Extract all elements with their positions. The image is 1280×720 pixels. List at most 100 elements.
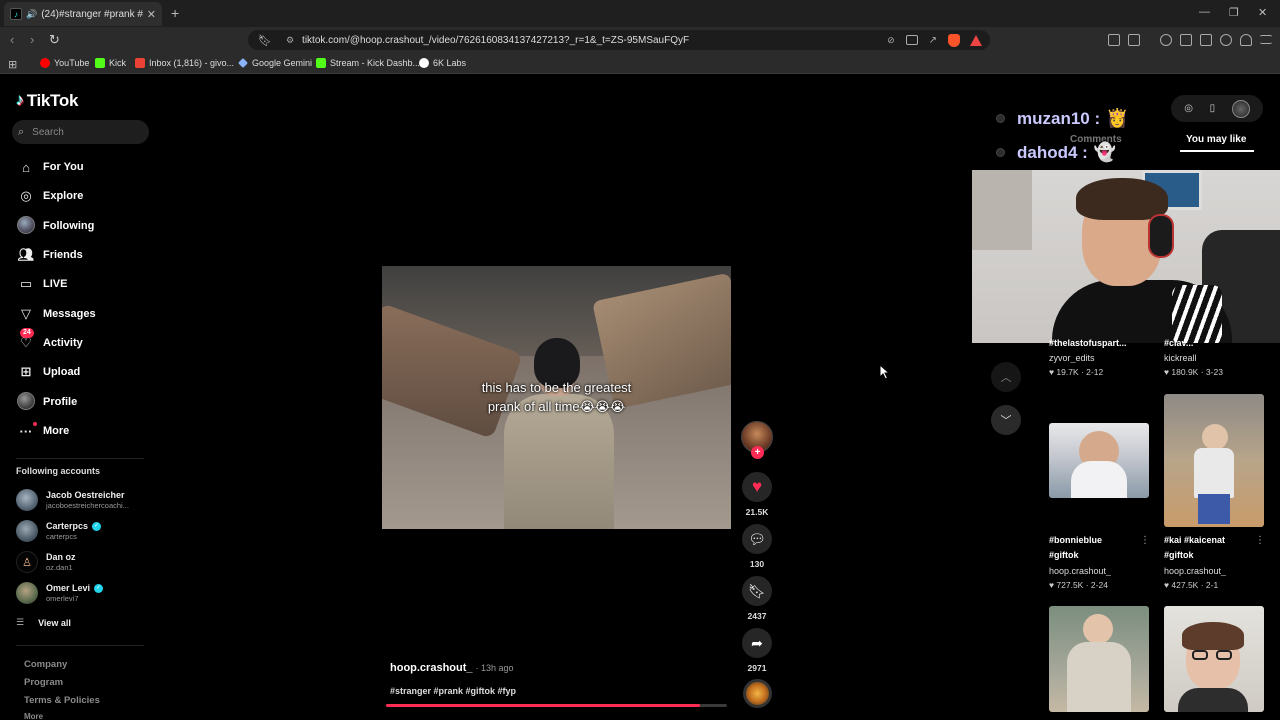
bookmark-kick-dashboard[interactable]: Stream - Kick Dashb... <box>316 58 420 68</box>
extensions-icon[interactable] <box>1108 34 1120 46</box>
nav-friends[interactable]: 👥︎ Friends <box>16 245 83 265</box>
nav-live[interactable]: ▭ LIVE <box>16 274 68 294</box>
video-tags[interactable]: #stranger #prank #giftok #fyp <box>390 686 516 696</box>
compass-icon[interactable]: ◎ <box>1184 103 1193 114</box>
following-account[interactable]: Jacob Oestreicher jacoboestreichercoachi… <box>16 488 129 512</box>
bookmark-gemini[interactable]: Google Gemini <box>238 58 312 68</box>
minimize-icon[interactable]: — <box>1199 6 1210 18</box>
card-title[interactable]: #kai #kaicenat <box>1164 535 1225 545</box>
card-author[interactable]: hoop.crashout_ <box>1049 566 1111 576</box>
card-author[interactable]: hoop.crashout_ <box>1164 566 1226 576</box>
following-account[interactable]: Omer Levi ✓ omerlevi7 <box>16 581 104 605</box>
like-button[interactable]: ♥ <box>742 472 772 502</box>
brave-rewards-icon[interactable] <box>970 34 982 46</box>
wallet-icon[interactable] <box>1200 34 1212 46</box>
card-title[interactable]: #bonnieblue <box>1049 535 1102 545</box>
pip-icon[interactable] <box>905 35 918 45</box>
vpn-icon[interactable] <box>1240 34 1252 46</box>
nav-messages[interactable]: ▽ Messages <box>16 304 96 324</box>
nav-profile[interactable]: Profile <box>16 391 77 413</box>
card-title[interactable]: #clav... <box>1164 338 1264 348</box>
bookmark-inbox[interactable]: Inbox (1,816) - givo... <box>135 58 234 68</box>
card-title[interactable]: #giftok <box>1049 550 1079 560</box>
tab-you-may-like[interactable]: You may like <box>1186 134 1246 145</box>
video-thumbnail[interactable] <box>1049 423 1149 498</box>
device-icon[interactable]: ▯ <box>1210 103 1216 114</box>
card-title[interactable]: #thelastofuspart... <box>1049 338 1149 348</box>
reading-list-icon[interactable] <box>1180 34 1192 46</box>
card-title[interactable]: #giftok <box>1164 550 1194 560</box>
address-bar[interactable]: 🔖︎ ⚙ tiktok.com/@hoop.crashout_/video/76… <box>248 30 990 50</box>
nav-upload[interactable]: ⊞ Upload <box>16 362 81 382</box>
nav-explore[interactable]: ◎ Explore <box>16 186 83 206</box>
comment-button[interactable]: 💬︎ <box>742 524 772 554</box>
nav-label: Friends <box>43 249 83 261</box>
video-author[interactable]: hoop.crashout_ · 13h ago <box>390 662 514 674</box>
bookmark-6k-labs[interactable]: 6K Labs <box>419 58 466 68</box>
account-name: Carterpcs <box>46 521 89 531</box>
nav-for-you[interactable]: ⌂ For You <box>16 157 83 177</box>
share-icon[interactable]: ↗ <box>929 35 937 46</box>
bookmark-youtube[interactable]: YouTube <box>40 58 89 68</box>
avatar[interactable] <box>1231 99 1250 118</box>
following-accounts-title: Following accounts <box>16 466 101 476</box>
card-author[interactable]: kickreall <box>1164 353 1197 363</box>
footer-terms[interactable]: Terms & Policies <box>24 695 100 706</box>
bookmark-icon[interactable]: 🔖︎ <box>258 34 272 47</box>
next-video-button[interactable]: ﹀ <box>991 405 1021 435</box>
media-icon[interactable] <box>1160 34 1172 46</box>
save-button[interactable]: 🔖︎ <box>742 576 772 606</box>
tab-close-icon[interactable]: ✕ <box>147 8 156 21</box>
card-author[interactable]: zyvor_edits <box>1049 353 1095 363</box>
tiktok-logo[interactable]: ♪ TikTok <box>16 91 78 111</box>
more-options-icon[interactable]: ⋮ <box>1140 535 1150 546</box>
reload-icon[interactable]: ↻ <box>49 32 60 48</box>
brave-shields-icon[interactable] <box>948 33 960 47</box>
bookmark-label: Google Gemini <box>252 58 313 68</box>
bookmark-kick[interactable]: Kick <box>95 58 126 68</box>
close-window-icon[interactable]: ✕ <box>1258 6 1267 19</box>
follow-plus-icon[interactable]: + <box>751 446 764 459</box>
footer-more[interactable]: More <box>24 712 43 720</box>
video-thumbnail[interactable] <box>1164 606 1264 712</box>
maximize-icon[interactable]: ❐ <box>1229 6 1239 19</box>
apps-grid-icon[interactable]: ⊞ <box>8 58 17 71</box>
menu-icon[interactable] <box>1260 35 1272 44</box>
music-disc-icon[interactable] <box>743 679 772 708</box>
view-all-button[interactable]: ☰ View all <box>16 617 71 628</box>
nav-label: Activity <box>43 337 83 349</box>
verified-badge-icon: ✓ <box>92 521 102 531</box>
search-placeholder: Search <box>32 126 64 138</box>
search-input[interactable]: ⌕ Search <box>12 120 149 144</box>
nav-more[interactable]: ··· More <box>16 421 69 441</box>
share-button[interactable]: ➦ <box>742 628 772 658</box>
more-options-icon[interactable]: ⋮ <box>1255 535 1265 546</box>
no-cast-icon[interactable]: ⊘ <box>887 35 895 45</box>
video-thumbnail[interactable] <box>1164 394 1264 527</box>
video-thumbnail[interactable] <box>1049 606 1149 712</box>
kick-icon <box>95 58 105 68</box>
home-icon: ⌂ <box>22 159 30 175</box>
following-account[interactable]: ♙ Dan oz oz.dan1 <box>16 550 76 574</box>
previous-video-button[interactable]: ︿ <box>991 362 1021 392</box>
following-account[interactable]: Carterpcs ✓ carterpcs <box>16 519 102 543</box>
leo-ai-icon[interactable] <box>1220 34 1232 46</box>
speaker-icon[interactable]: 🔊 <box>26 9 37 20</box>
nav-following[interactable]: Following <box>16 215 94 236</box>
new-tab-icon[interactable]: + <box>171 5 179 21</box>
back-icon[interactable]: ‹ <box>10 32 14 47</box>
compass-icon: ◎ <box>20 188 32 203</box>
card-stats: ♥ 180.9K · 3-23 <box>1164 367 1223 377</box>
forward-icon[interactable]: › <box>30 32 34 47</box>
footer-program[interactable]: Program <box>24 677 63 688</box>
send-icon: ▽ <box>21 306 31 321</box>
avatar <box>16 489 38 511</box>
site-info-icon[interactable]: ⚙ <box>286 35 294 46</box>
footer-company[interactable]: Company <box>24 659 67 670</box>
profile-avatar <box>16 391 36 413</box>
video-progress-bar[interactable] <box>386 704 727 707</box>
nav-activity[interactable]: ♡ 24 Activity <box>16 328 83 353</box>
video-player[interactable]: this has to be the greatest prank of all… <box>382 266 731 529</box>
browser-tab[interactable]: ♪ 🔊 (24)#stranger #prank #giftok ✕ <box>4 2 162 26</box>
sidebar-toggle-icon[interactable] <box>1128 34 1140 46</box>
